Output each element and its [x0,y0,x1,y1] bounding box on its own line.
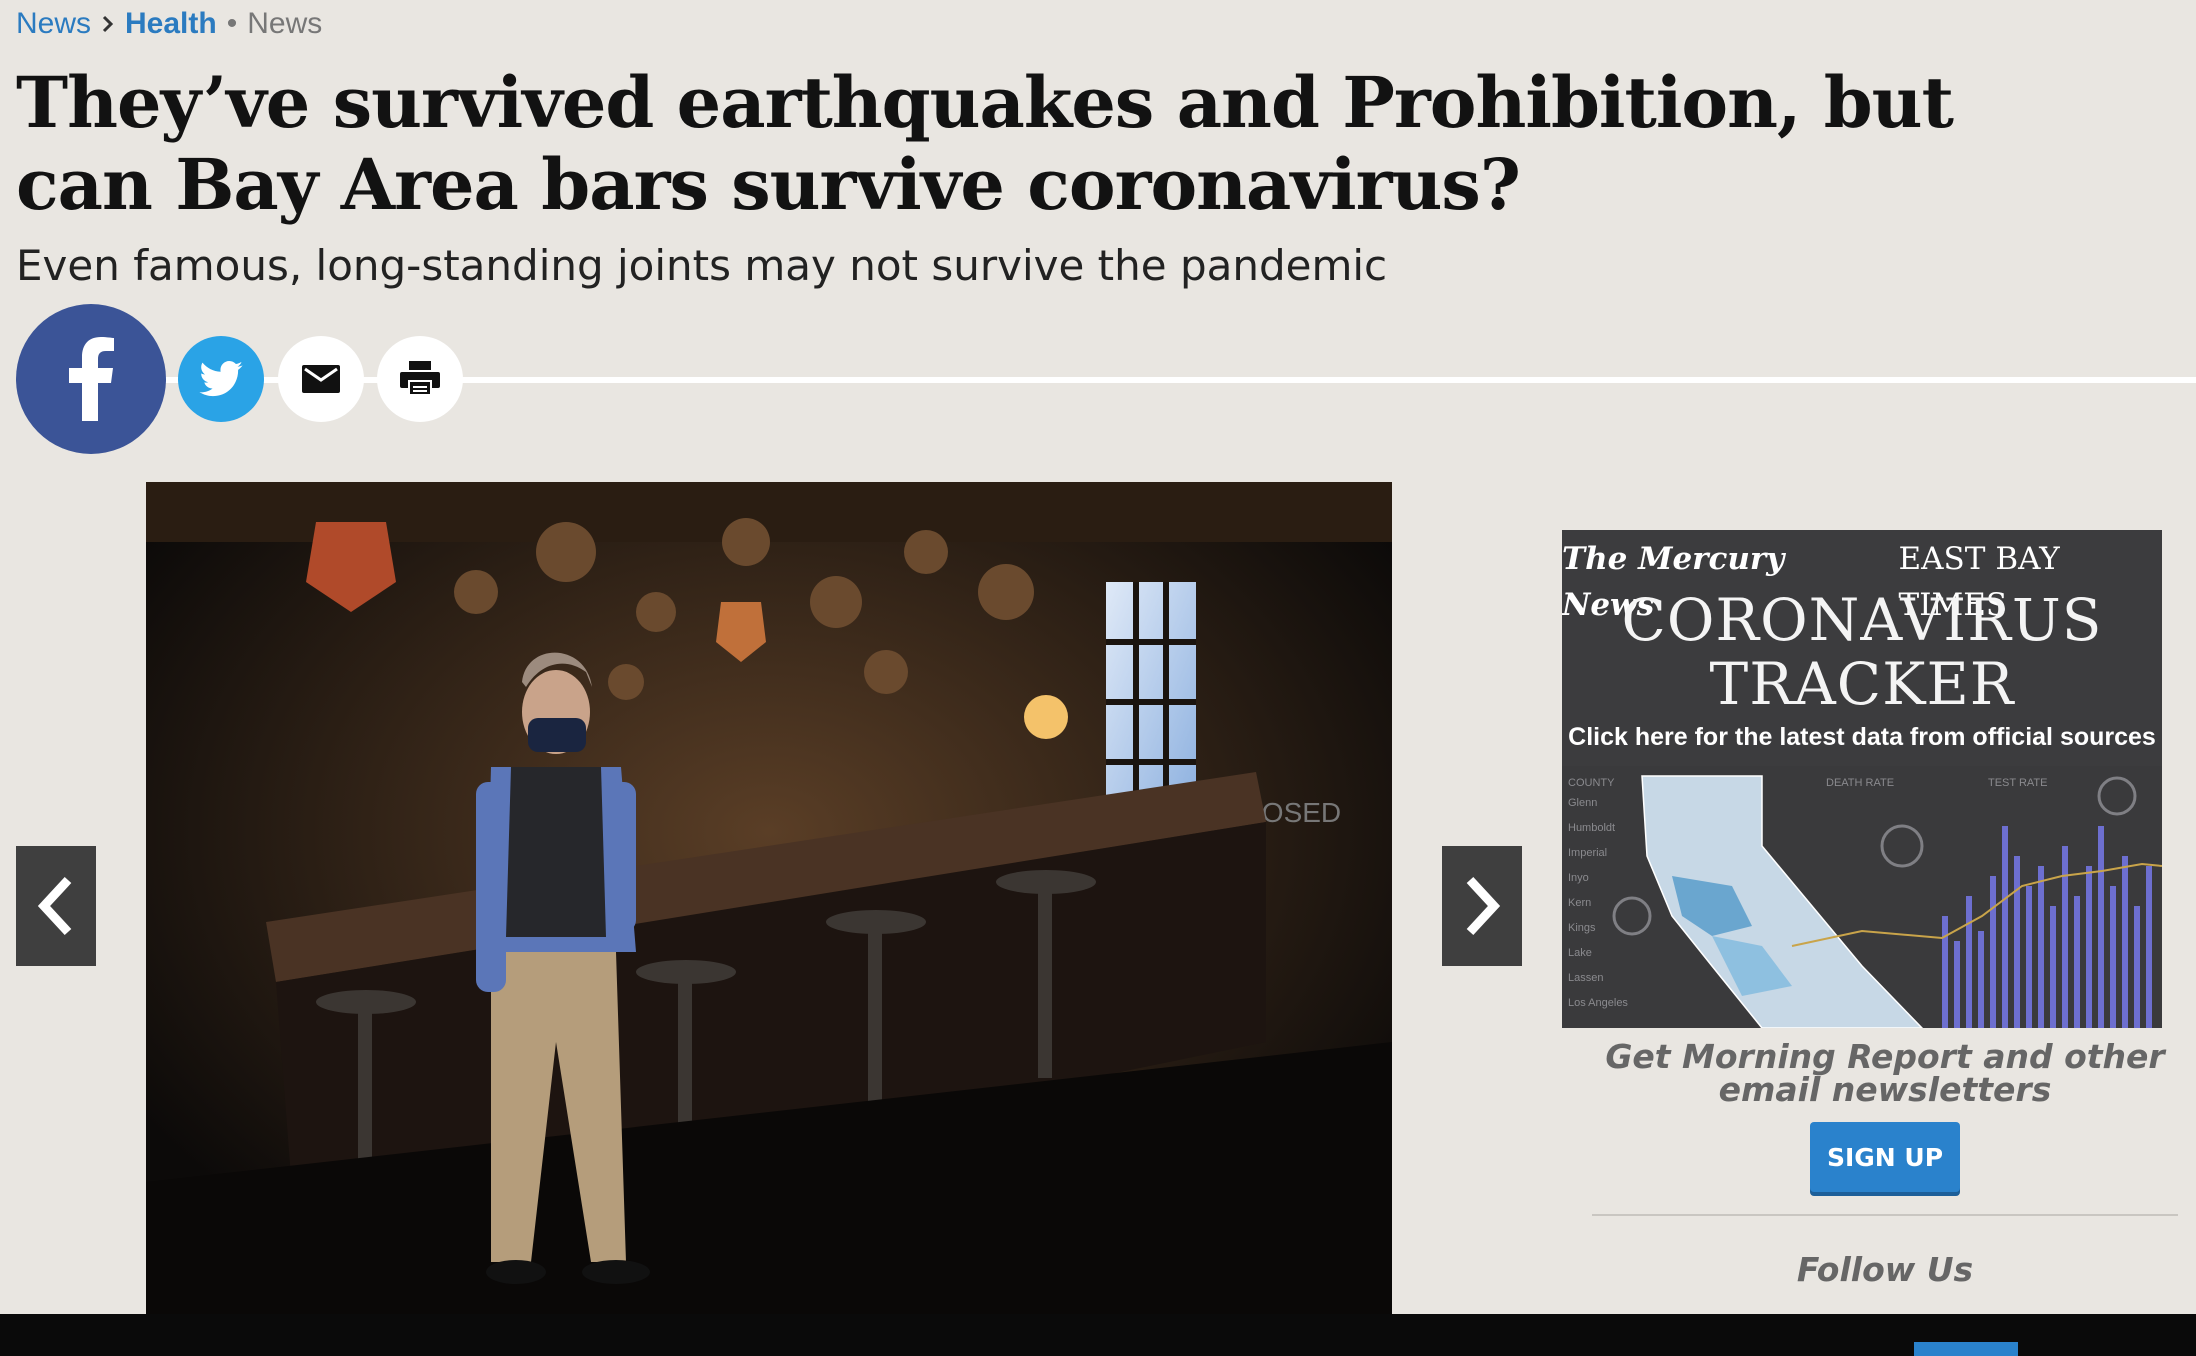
twitter-share-button[interactable] [178,336,264,422]
twitter-icon [199,361,243,397]
tracker-col-test-rate: TEST RATE [1988,777,2048,789]
facebook-icon [69,337,114,421]
bottom-accent-tab[interactable] [1914,1342,2018,1356]
email-share-button[interactable] [278,336,364,422]
article-dek: Even famous, long-standing joints may no… [16,241,1388,290]
breadcrumb-dot: • [226,7,238,40]
breadcrumb-health-link[interactable]: Health [125,4,217,44]
breadcrumb-news-link[interactable]: News [16,4,91,44]
tracker-subtitle: Click here for the latest data from offi… [1568,723,2156,751]
tracker-county: Lake [1568,947,1592,959]
tracker-county: Kern [1568,897,1591,909]
breadcrumb-category-link[interactable]: News [247,4,322,44]
sidebar-divider [1592,1214,2178,1216]
tracker-title-line2: TRACKER [1709,650,2015,718]
chevron-left-icon [37,876,72,936]
tracker-title: CORONAVIRUS TRACKER [1562,588,2162,716]
tracker-county: Imperial [1568,847,1607,859]
coronavirus-tracker-ad[interactable]: The Mercury News EAST BAY TIMES CORONAVI… [1562,530,2162,1028]
newsletter-promo-text: Get Morning Report and other email newsl… [1605,1037,2165,1109]
tracker-title-line1: CORONAVIRUS [1621,586,2103,654]
chevron-right-icon [1466,876,1501,936]
tracker-county: Inyo [1568,872,1589,884]
chevron-right-icon [102,15,114,33]
gallery-prev-button[interactable] [16,846,96,966]
email-icon [302,365,340,393]
tracker-county: Lassen [1568,972,1603,984]
share-divider [160,377,2196,383]
tracker-county: Glenn [1568,797,1597,809]
breadcrumb: News Health • News [16,4,322,44]
tracker-col-county: COUNTY [1568,777,1615,789]
bottom-toolbar [0,1314,2196,1356]
tracker-county: Kings [1568,922,1596,934]
article-headline: They’ve survived earthquakes and Prohibi… [16,61,1954,226]
print-icon [400,361,440,396]
tracker-col-death-rate: DEATH RATE [1826,777,1894,789]
gallery-next-button[interactable] [1442,846,1522,966]
follow-us-heading: Follow Us [1796,1250,1974,1289]
tracker-county: Los Angeles [1568,997,1628,1009]
article-photo[interactable]: CLOSED [146,482,1392,1356]
tracker-county: Humboldt [1568,822,1615,834]
print-button[interactable] [377,336,463,422]
newsletter-signup-button[interactable]: SIGN UP [1810,1122,1960,1192]
facebook-share-button[interactable] [16,304,166,454]
tracker-map-graphic: COUNTY DEATH RATE TEST RATE Glenn Humbol… [1562,766,2162,1028]
